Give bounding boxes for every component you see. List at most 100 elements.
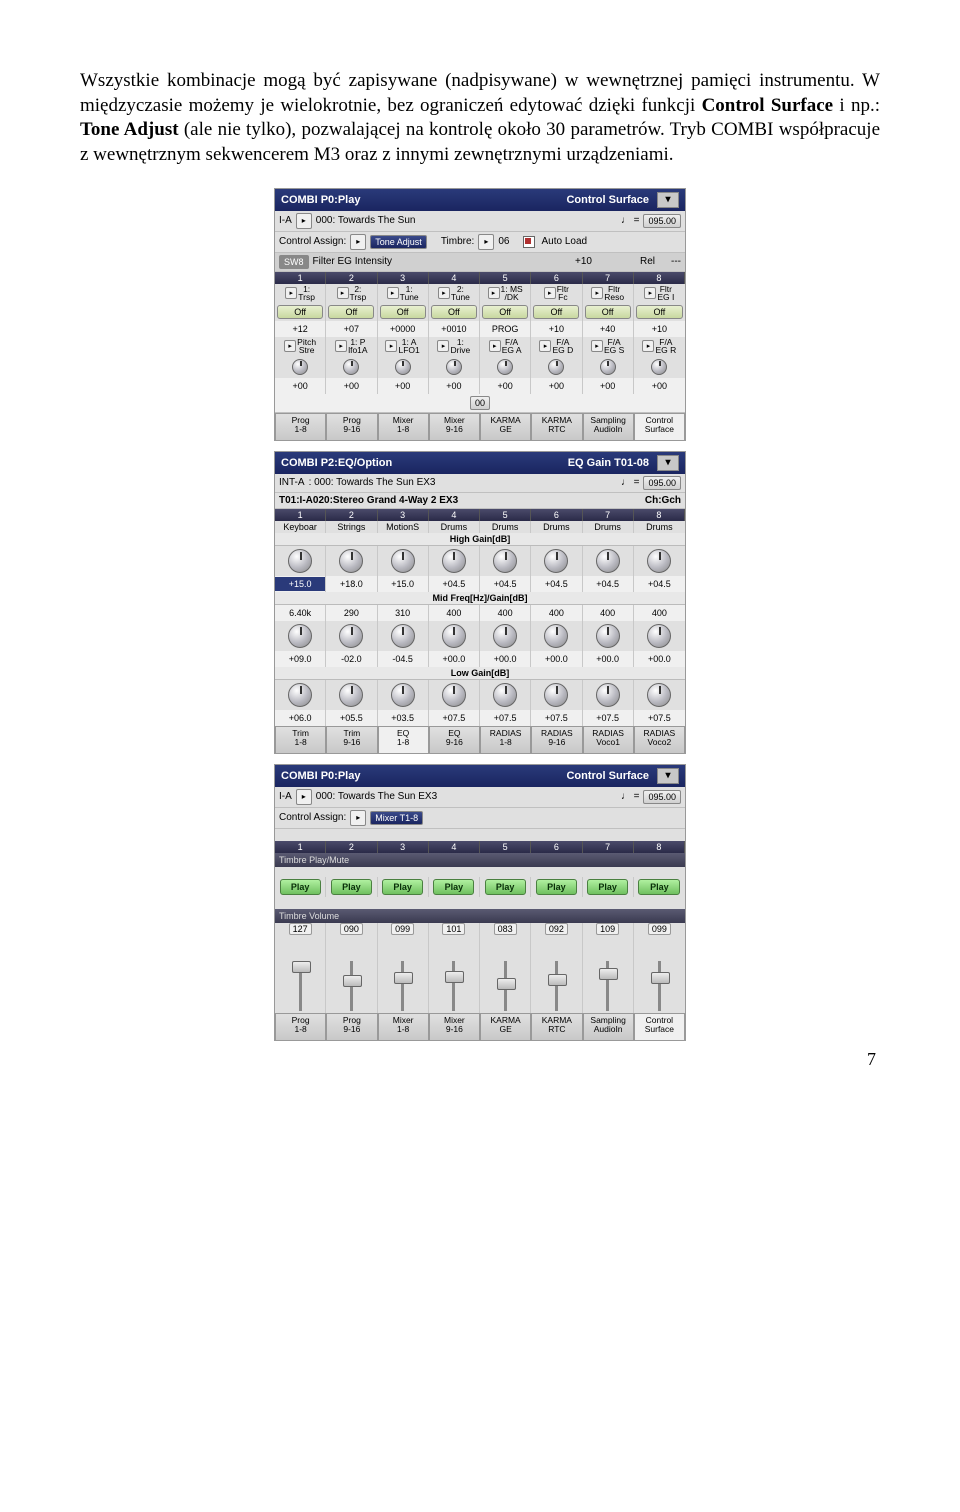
- menu-chevron-icon[interactable]: ▾: [657, 192, 679, 208]
- tempo-label: ♩ =: [621, 791, 640, 802]
- ch-label: Ch:Gch: [645, 495, 681, 506]
- tab-mixer-9-16[interactable]: Mixer9-16: [429, 1013, 480, 1040]
- t01-label: T01:I-A020:Stereo Grand 4-Way 2 EX3: [279, 495, 641, 506]
- title-left: COMBI P0:Play: [281, 194, 360, 206]
- p-b1: Control Surface: [702, 95, 834, 116]
- value-row-2: +00 +00 +00 +00 +00 +00 +00 +00: [275, 378, 685, 394]
- title-right: EQ Gain T01-08: [568, 457, 649, 469]
- tab-karma-ge[interactable]: KARMAGE: [480, 413, 531, 440]
- tab-karma-ge[interactable]: KARMAGE: [480, 1013, 531, 1040]
- page-number: 7: [80, 1049, 880, 1070]
- play-button[interactable]: Play: [280, 879, 321, 895]
- program-name[interactable]: 000: Towards The Sun: [316, 215, 617, 226]
- tab-prog-1-8[interactable]: Prog1-8: [275, 1013, 326, 1040]
- tab-sampling-audioin[interactable]: SamplingAudioIn: [583, 1013, 634, 1040]
- screenshot-tone-adjust: COMBI P0:Play Control Surface ▾ I-A ▸ 00…: [274, 188, 686, 441]
- high-gain-label: High Gain[dB]: [275, 533, 685, 546]
- timbre-value[interactable]: 06: [498, 236, 509, 247]
- tab-prog-9-16[interactable]: Prog9-16: [326, 413, 377, 440]
- program-name[interactable]: : 000: Towards The Sun EX3: [309, 477, 617, 488]
- tab-mixer-1-8[interactable]: Mixer1-8: [378, 413, 429, 440]
- tab-karma-rtc[interactable]: KARMARTC: [531, 1013, 582, 1040]
- p-t3: (ale nie tylko), pozwalającej na kontrol…: [80, 119, 880, 165]
- title-right: Control Surface: [566, 770, 649, 782]
- auto-load-checkbox[interactable]: [523, 236, 535, 248]
- tab-prog-1-8[interactable]: Prog1-8: [275, 413, 326, 440]
- tab-radias-voco2[interactable]: RADIASVoco2: [634, 726, 685, 753]
- titlebar: COMBI P0:Play Control Surface ▾: [275, 765, 685, 787]
- ca-next-icon[interactable]: ▸: [350, 810, 366, 826]
- volume-sliders: 127 090 099 101 083 092 109 099: [275, 923, 685, 1013]
- tab-prog-9-16[interactable]: Prog9-16: [326, 1013, 377, 1040]
- tab-radias-1-8[interactable]: RADIAS1-8: [480, 726, 531, 753]
- control-assign-value[interactable]: Mixer T1-8: [370, 811, 423, 825]
- tab-radias-9-16[interactable]: RADIAS9-16: [531, 726, 582, 753]
- sw-off-button[interactable]: Off: [277, 305, 323, 319]
- tempo-value[interactable]: 095.00: [643, 214, 681, 228]
- control-assign-value[interactable]: Tone Adjust: [370, 235, 427, 249]
- tempo-value[interactable]: 095.00: [643, 476, 681, 490]
- bank-next-icon[interactable]: ▸: [296, 789, 312, 805]
- tab-mixer-9-16[interactable]: Mixer9-16: [429, 413, 480, 440]
- knob-row-1-labels: ▸1:Trsp ▸2:Trsp ▸1:Tune ▸2:Tune ▸1: MS/D…: [275, 284, 685, 303]
- high-gain-knobs: [275, 546, 685, 576]
- rel-label: Rel: [640, 256, 655, 267]
- bottom-tabs: Trim1-8 Trim9-16 EQ1-8 EQ9-16 RADIAS1-8 …: [275, 726, 685, 753]
- control-assign-label: Control Assign:: [279, 812, 346, 823]
- tempo-label: ♩ =: [621, 215, 640, 226]
- mid-value[interactable]: 00: [470, 396, 490, 410]
- menu-chevron-icon[interactable]: ▾: [657, 455, 679, 471]
- low-gain-values: +06.0 +05.5 +03.5 +07.5 +07.5 +07.5 +07.…: [275, 710, 685, 726]
- menu-chevron-icon[interactable]: ▾: [657, 768, 679, 784]
- mid-gain-knobs: [275, 621, 685, 651]
- volume-slider[interactable]: 127: [275, 923, 326, 1013]
- low-gain-label: Low Gain[dB]: [275, 667, 685, 680]
- p-t2: i np.:: [833, 95, 880, 116]
- off-button-row: Off Off Off Off Off Off Off Off: [275, 303, 685, 321]
- tab-sampling-audioin[interactable]: SamplingAudioIn: [583, 413, 634, 440]
- column-header-row: 12345678: [275, 272, 685, 284]
- bank-label: INT-A: [279, 477, 305, 488]
- tab-eq-1-8[interactable]: EQ1-8: [378, 726, 429, 753]
- tab-control-surface[interactable]: ControlSurface: [634, 1013, 685, 1040]
- titlebar: COMBI P2:EQ/Option EQ Gain T01-08 ▾: [275, 452, 685, 474]
- sw8-badge: SW8: [279, 255, 309, 269]
- title-left: COMBI P0:Play: [281, 770, 360, 782]
- screenshot-eq-option: COMBI P2:EQ/Option EQ Gain T01-08 ▾ INT-…: [274, 451, 686, 754]
- tab-radias-voco1[interactable]: RADIASVoco1: [583, 726, 634, 753]
- mid-freq-label: Mid Freq[Hz]/Gain[dB]: [275, 592, 685, 605]
- category-row: Keyboar Strings MotionS Drums Drums Drum…: [275, 521, 685, 533]
- tab-control-surface[interactable]: ControlSurface: [634, 413, 685, 440]
- tab-eq-9-16[interactable]: EQ9-16: [429, 726, 480, 753]
- timbre-next-icon[interactable]: ▸: [478, 234, 494, 250]
- knob-icon[interactable]: [288, 549, 312, 573]
- rel-value: ---: [671, 256, 681, 267]
- tab-trim-1-8[interactable]: Trim1-8: [275, 726, 326, 753]
- sw8-value: +10: [575, 256, 592, 267]
- screenshot-mixer: COMBI P0:Play Control Surface ▾ I-A ▸ 00…: [274, 764, 686, 1041]
- title-right: Control Surface: [566, 194, 649, 206]
- high-gain-values: +15.0 +18.0 +15.0 +04.5 +04.5 +04.5 +04.…: [275, 576, 685, 592]
- knob-row-2-labels: ▸PitchStre ▸1: Plfo1A ▸1: ALFO1 ▸1:Drive…: [275, 337, 685, 356]
- bank-label: I-A: [279, 791, 292, 802]
- title-left: COMBI P2:EQ/Option: [281, 457, 392, 469]
- program-name[interactable]: 000: Towards The Sun EX3: [316, 791, 617, 802]
- bank-next-icon[interactable]: ▸: [296, 213, 312, 229]
- knob-icon[interactable]: [292, 359, 308, 375]
- sw8-name: Filter EG Intensity: [313, 256, 572, 267]
- tab-mixer-1-8[interactable]: Mixer1-8: [378, 1013, 429, 1040]
- bank-label: I-A: [279, 215, 292, 226]
- value-row-1: +12 +07 +0000 +0010 PROG +10 +40 +10: [275, 321, 685, 337]
- control-assign-label: Control Assign:: [279, 236, 346, 247]
- ca-next-icon[interactable]: ▸: [350, 234, 366, 250]
- tab-trim-9-16[interactable]: Trim9-16: [326, 726, 377, 753]
- titlebar: COMBI P0:Play Control Surface ▾: [275, 189, 685, 211]
- play-mute-label: Timbre Play/Mute: [275, 853, 685, 867]
- tempo-value[interactable]: 095.00: [643, 790, 681, 804]
- bottom-tabs: Prog1-8 Prog9-16 Mixer1-8 Mixer9-16 KARM…: [275, 413, 685, 440]
- mid-gain-values: +09.0 -02.0 -04.5 +00.0 +00.0 +00.0 +00.…: [275, 651, 685, 667]
- param-next-icon[interactable]: ▸: [285, 287, 297, 299]
- low-gain-knobs: [275, 680, 685, 710]
- tab-karma-rtc[interactable]: KARMARTC: [531, 413, 582, 440]
- mid-freq-values: 6.40k 290 310 400 400 400 400 400: [275, 605, 685, 621]
